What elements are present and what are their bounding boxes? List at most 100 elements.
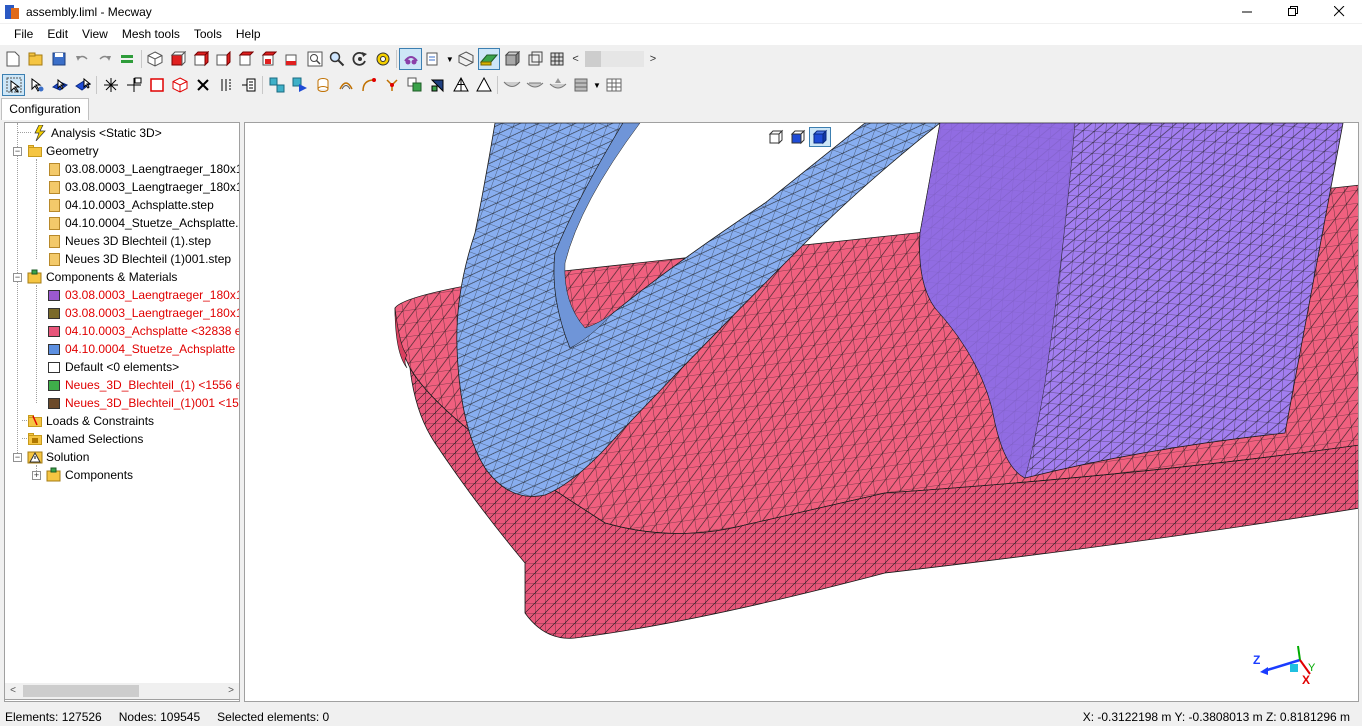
tree-label: Neues 3D Blechteil (1).step — [65, 234, 212, 248]
tree-item-solution-components[interactable]: Components — [46, 466, 133, 484]
tree-item-component[interactable]: Neues_3D_Blechteil_(1) <1556 el — [46, 376, 239, 394]
zoom-fit-button[interactable] — [303, 48, 326, 70]
tree-item-geometry-file[interactable]: 03.08.0003_Laengtraeger_180x120 — [46, 160, 239, 178]
tree-item-components-materials[interactable]: Components & Materials — [27, 268, 177, 286]
select-faces-button[interactable] — [48, 74, 71, 96]
tab-configuration[interactable]: Configuration — [1, 98, 89, 120]
shell-flip-button[interactable] — [546, 74, 569, 96]
redo-button[interactable] — [93, 48, 116, 70]
tree-item-geometry-file[interactable]: Neues 3D Blechteil (1).step — [46, 232, 211, 250]
shell-mid-icon — [526, 82, 543, 88]
pan-button[interactable] — [371, 48, 394, 70]
tree-item-geometry-file[interactable]: Neues 3D Blechteil (1)001.step — [46, 250, 231, 268]
view-iso-button[interactable] — [144, 48, 167, 70]
new-button[interactable] — [2, 48, 25, 70]
3d-viewport[interactable]: Z Y X — [244, 122, 1359, 702]
tree-item-component[interactable]: 03.08.0003_Laengtraeger_180x120 — [46, 304, 239, 322]
mesh-refine-button[interactable] — [265, 74, 288, 96]
rotate-button[interactable] — [349, 48, 372, 70]
shaded-box-button[interactable] — [500, 48, 523, 70]
view-solid-button[interactable] — [809, 127, 831, 147]
view-bottom-button[interactable] — [280, 48, 303, 70]
tree-item-geometry-file[interactable]: 03.08.0003_Laengtraeger_180x120 — [46, 178, 239, 196]
view-top-button[interactable] — [258, 48, 281, 70]
sweep-button[interactable] — [357, 74, 380, 96]
tree-item-component[interactable]: Neues_3D_Blechteil_(1)001 <153 — [46, 394, 239, 412]
close-button[interactable] — [1316, 0, 1362, 23]
tree-item-named-selections[interactable]: Named Selections — [27, 430, 143, 448]
view-left-button[interactable] — [212, 48, 235, 70]
undo-button[interactable] — [70, 48, 93, 70]
cylinder-button[interactable] — [311, 74, 334, 96]
equals-button[interactable] — [116, 48, 139, 70]
element-square-button[interactable] — [145, 74, 168, 96]
solid-shaded-button[interactable] — [477, 48, 501, 70]
show-mesh-button[interactable] — [399, 48, 423, 70]
toolbar-scroll-left[interactable]: < — [569, 48, 583, 70]
expand-solution[interactable]: − — [13, 453, 22, 462]
transparency-button[interactable] — [455, 48, 478, 70]
view-half-shaded-button[interactable] — [787, 127, 809, 147]
tree-item-geometry[interactable]: Geometry — [27, 142, 99, 160]
select-button[interactable] — [2, 74, 25, 96]
shell-top-button[interactable] — [500, 74, 523, 96]
expand-geometry[interactable]: − — [13, 147, 22, 156]
menu-edit[interactable]: Edit — [40, 24, 75, 45]
table-button[interactable] — [602, 74, 625, 96]
menu-help[interactable]: Help — [229, 24, 268, 45]
toolbar-scroll-right[interactable]: > — [646, 48, 660, 70]
scroll-left-arrow[interactable]: < — [5, 683, 21, 699]
save-button[interactable] — [48, 48, 71, 70]
tree-item-component[interactable]: Default <0 elements> — [46, 358, 179, 376]
delete-button[interactable] — [191, 74, 214, 96]
tree-item-component[interactable]: 03.08.0003_Laengtraeger_180x120 — [46, 286, 239, 304]
tree-item-component[interactable]: 04.10.0004_Stuetze_Achsplatte < — [46, 340, 239, 358]
menu-mesh-tools[interactable]: Mesh tools — [115, 24, 187, 45]
open-button[interactable] — [25, 48, 48, 70]
shell-mid-button[interactable] — [523, 74, 546, 96]
menu-view[interactable]: View — [75, 24, 115, 45]
layers-dropdown[interactable]: ▼ — [592, 74, 602, 96]
menu-tools[interactable]: Tools — [187, 24, 229, 45]
display-options-button[interactable] — [422, 48, 445, 70]
extrude-button[interactable] — [237, 74, 260, 96]
tree-item-analysis[interactable]: Analysis <Static 3D> — [32, 124, 162, 142]
expand-solution-components[interactable]: + — [32, 471, 41, 480]
node-tool-button[interactable] — [99, 74, 122, 96]
view-back-button[interactable] — [189, 48, 212, 70]
menu-file[interactable]: File — [7, 24, 40, 45]
merge-button[interactable] — [403, 74, 426, 96]
view-wireframe-button[interactable] — [765, 127, 787, 147]
node-move-button[interactable] — [122, 74, 145, 96]
select-elements-button[interactable] — [71, 74, 94, 96]
mesh-quality-button[interactable] — [426, 74, 449, 96]
maximize-button[interactable] — [1270, 0, 1316, 23]
expand-components[interactable]: − — [13, 273, 22, 282]
toolbar-scrollbar[interactable] — [584, 51, 644, 67]
tree-horizontal-scrollbar[interactable]: < > — [4, 683, 240, 700]
zoom-button[interactable] — [326, 48, 349, 70]
triangle-mesh-button[interactable] — [449, 74, 472, 96]
scroll-thumb[interactable] — [23, 685, 139, 697]
mesh-lines-button[interactable] — [546, 48, 569, 70]
tree-item-loads-constraints[interactable]: Loads & Constraints — [27, 412, 154, 430]
scroll-right-arrow[interactable]: > — [223, 683, 239, 699]
view-front-button[interactable] — [166, 48, 189, 70]
tree-item-geometry-file[interactable]: 04.10.0003_Achsplatte.step — [46, 196, 214, 214]
minimize-button[interactable] — [1224, 0, 1270, 23]
mesh-convert-button[interactable] — [288, 74, 311, 96]
display-options-dropdown[interactable]: ▼ — [445, 48, 455, 70]
join-button[interactable] — [380, 74, 403, 96]
tree-item-solution[interactable]: Solution — [27, 448, 89, 466]
tree-item-geometry-file[interactable]: 04.10.0004_Stuetze_Achsplatte.step — [46, 214, 239, 232]
wireframe-button[interactable] — [523, 48, 546, 70]
component-puzzle-icon — [46, 359, 62, 375]
layers-button[interactable] — [569, 74, 592, 96]
view-right-button[interactable] — [235, 48, 258, 70]
element-cube-button[interactable] — [168, 74, 191, 96]
split-button[interactable] — [214, 74, 237, 96]
triangle-button[interactable] — [472, 74, 495, 96]
revolve-button[interactable] — [334, 74, 357, 96]
tree-item-component[interactable]: 04.10.0003_Achsplatte <32838 el — [46, 322, 239, 340]
select-nodes-button[interactable] — [25, 74, 48, 96]
